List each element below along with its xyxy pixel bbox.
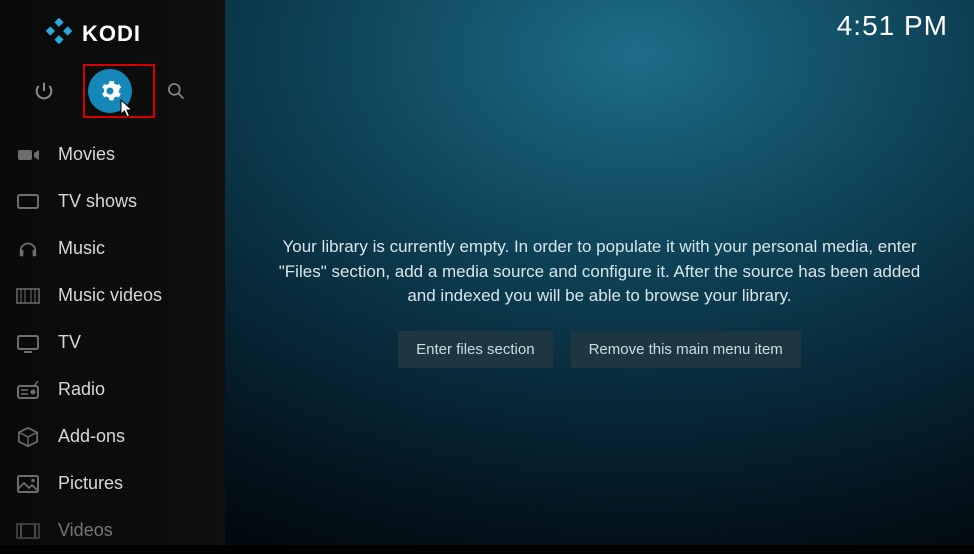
logo: KODI (0, 10, 225, 59)
pictures-icon (16, 472, 40, 496)
sidebar-item-tvshows[interactable]: TV shows (0, 178, 225, 225)
app-name: KODI (82, 21, 141, 47)
search-button[interactable] (162, 77, 190, 105)
power-button[interactable] (30, 77, 58, 105)
sidebar-item-label: Music videos (58, 285, 162, 306)
top-icon-row (0, 59, 225, 131)
action-button-row: Enter files section Remove this main men… (398, 331, 801, 368)
main-menu: Movies TV shows Music Music videos (0, 131, 225, 554)
sidebar-item-videos[interactable]: Videos (0, 507, 225, 554)
sidebar-item-music[interactable]: Music (0, 225, 225, 272)
sidebar-item-label: Pictures (58, 473, 123, 494)
sidebar-item-pictures[interactable]: Pictures (0, 460, 225, 507)
movies-icon (16, 143, 40, 167)
sidebar-item-label: Music (58, 238, 105, 259)
search-icon (166, 81, 186, 101)
videos-icon (16, 519, 40, 543)
sidebar-item-label: Videos (58, 520, 113, 541)
addons-icon (16, 425, 40, 449)
sidebar-item-addons[interactable]: Add-ons (0, 413, 225, 460)
sidebar: KODI (0, 0, 225, 545)
sidebar-item-label: Radio (58, 379, 105, 400)
kodi-logo-icon (46, 18, 72, 49)
sidebar-item-label: TV shows (58, 191, 137, 212)
empty-library-message: Your library is currently empty. In orde… (265, 235, 934, 309)
sidebar-item-musicvideos[interactable]: Music videos (0, 272, 225, 319)
music-icon (16, 237, 40, 261)
tv-icon (16, 331, 40, 355)
clock: 4:51 PM (837, 10, 948, 42)
settings-button[interactable] (88, 69, 132, 113)
tvshows-icon (16, 190, 40, 214)
power-icon (33, 80, 55, 102)
sidebar-item-label: TV (58, 332, 81, 353)
sidebar-item-label: Add-ons (58, 426, 125, 447)
cursor-icon (120, 99, 136, 124)
empty-library-panel: Your library is currently empty. In orde… (225, 235, 974, 368)
sidebar-item-label: Movies (58, 144, 115, 165)
sidebar-item-movies[interactable]: Movies (0, 131, 225, 178)
musicvideos-icon (16, 284, 40, 308)
radio-icon (16, 378, 40, 402)
main-content: 4:51 PM Your library is currently empty.… (225, 0, 974, 545)
enter-files-button[interactable]: Enter files section (398, 331, 552, 368)
sidebar-item-tv[interactable]: TV (0, 319, 225, 366)
remove-menu-item-button[interactable]: Remove this main menu item (571, 331, 801, 368)
sidebar-item-radio[interactable]: Radio (0, 366, 225, 413)
gear-icon (98, 79, 122, 103)
